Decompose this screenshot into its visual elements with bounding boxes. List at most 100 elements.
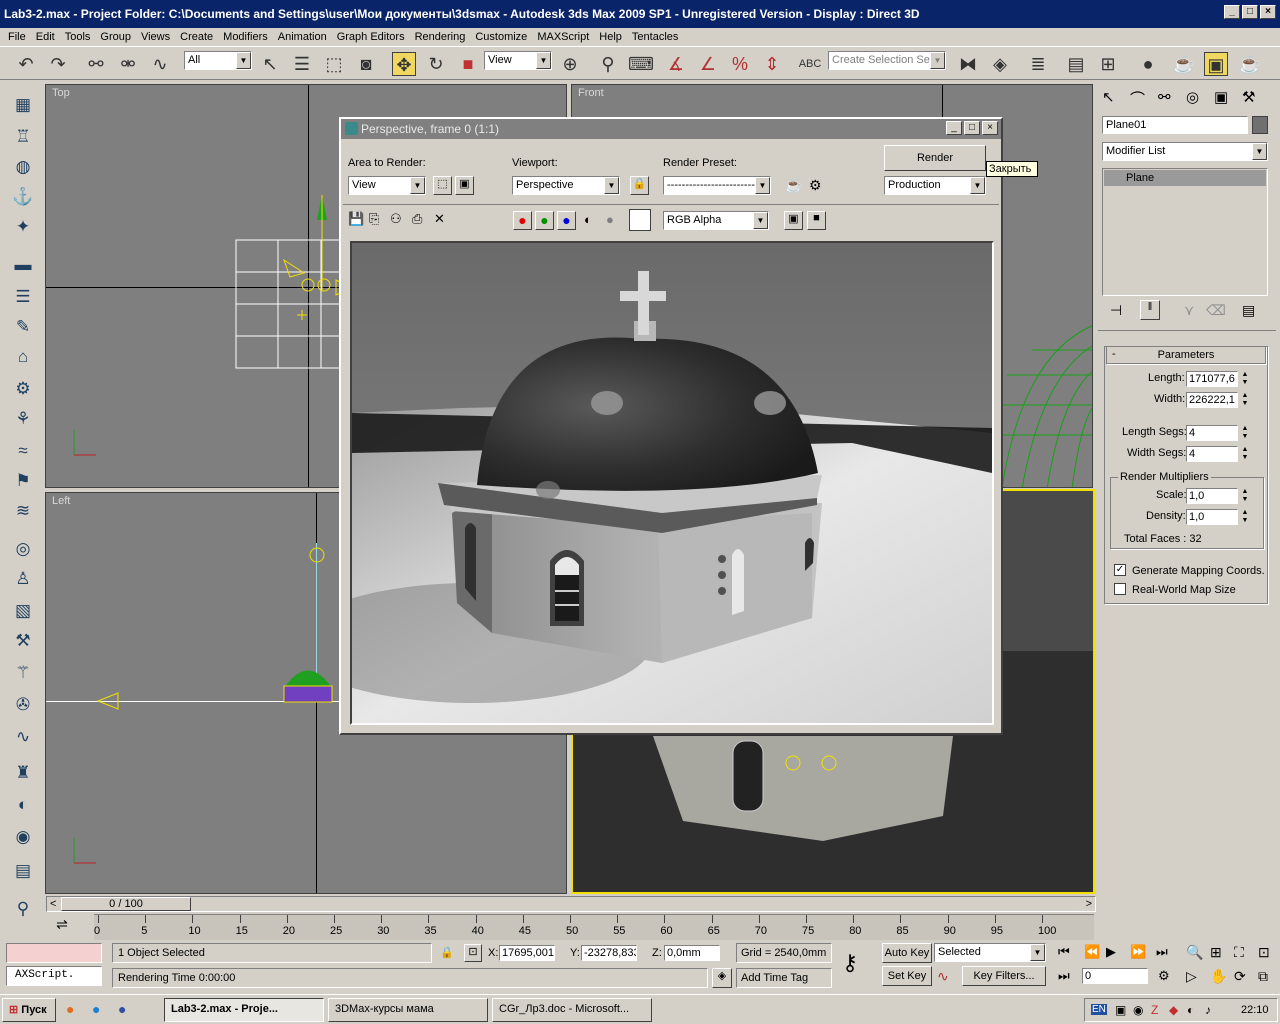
select-object-icon[interactable]: ↖ [258, 52, 282, 76]
taskbar-item-3dsmax[interactable]: Lab3-2.max - Proje... [164, 998, 324, 1022]
link-icon[interactable]: ⚯ [84, 52, 108, 76]
width-segs-spinner[interactable]: ▲ ▼ [1240, 446, 1250, 462]
real-world-checkbox[interactable] [1114, 583, 1126, 595]
hierarchy-tab-icon[interactable]: ⚯ [1158, 88, 1171, 106]
skype-icon[interactable]: ● [92, 1001, 100, 1017]
toggle-ui-overlay-icon[interactable]: ▣ [784, 211, 803, 230]
named-selection-set-dropdown[interactable]: Create Selection Set ▼ [828, 51, 946, 70]
tool-icon[interactable]: ⚚ [10, 660, 36, 686]
tool-icon[interactable]: ✇ [10, 692, 36, 718]
render-minimize-button[interactable]: _ [946, 121, 962, 135]
scale-field[interactable]: 1,0 [1186, 488, 1238, 504]
width-field[interactable]: 226222,1 [1186, 392, 1238, 408]
percent-snap-icon[interactable]: % [728, 52, 752, 76]
maximize-button[interactable]: □ [1242, 5, 1258, 19]
taskbar-item-word[interactable]: CGr_Лр3.doc - Microsoft... [492, 998, 652, 1022]
menu-item-edit[interactable]: Edit [36, 31, 55, 43]
motion-tab-icon[interactable]: ◎ [1186, 88, 1199, 106]
key-mode-dropdown[interactable]: Selected ▼ [934, 943, 1046, 962]
tool-icon[interactable]: ⚓ [10, 184, 36, 210]
next-frame-icon[interactable]: ⏩ [1130, 944, 1146, 960]
snaps-toggle-icon[interactable]: ∡ [664, 52, 688, 76]
length-field[interactable]: 171077,6 [1186, 371, 1238, 387]
menu-item-rendering[interactable]: Rendering [415, 31, 466, 43]
tray-icon[interactable]: ◉ [1133, 1003, 1143, 1017]
length-spinner[interactable]: ▲ ▼ [1240, 371, 1250, 387]
time-slider-track[interactable]: < 0 / 100 > [46, 896, 1096, 912]
rendered-frame-window-icon[interactable]: ▣ [1204, 52, 1228, 76]
rotate-icon[interactable]: ↻ [424, 52, 448, 76]
display-tab-icon[interactable]: ▣ [1214, 88, 1228, 106]
scale-spinner[interactable]: ▲ ▼ [1240, 488, 1250, 504]
previous-frame-icon[interactable]: ⏪ [1084, 944, 1100, 960]
tool-icon[interactable]: ⚲ [10, 896, 36, 922]
print-icon[interactable]: ⎙ [412, 211, 422, 227]
select-move-icon[interactable]: ✥ [392, 52, 416, 76]
tool-icon[interactable]: ✎ [10, 314, 36, 340]
rect-selection-icon[interactable]: ⬚ [322, 52, 346, 76]
maxscript-listener[interactable]: AXScript. [6, 966, 102, 986]
keyboard-shortcut-icon[interactable]: ⌨ [628, 52, 654, 76]
selection-filter-dropdown[interactable]: All ▼ [184, 51, 252, 70]
length-segs-field[interactable]: 4 [1186, 425, 1238, 441]
show-end-result-icon[interactable]: ‖ [1140, 300, 1160, 320]
environment-icon[interactable]: ⚙ [809, 177, 822, 194]
menu-item-group[interactable]: Group [100, 31, 131, 43]
width-spinner[interactable]: ▲ ▼ [1240, 392, 1250, 408]
set-key-button[interactable]: Set Key [882, 966, 932, 986]
menu-item-create[interactable]: Create [180, 31, 213, 43]
maximize-viewport-icon[interactable]: ⧉ [1258, 968, 1268, 985]
redo-icon[interactable]: ↷ [46, 52, 70, 76]
edit-region-icon[interactable]: ⬚ [433, 176, 452, 195]
schematic-view-icon[interactable]: ⊞ [1096, 52, 1120, 76]
curve-editor-icon[interactable]: ▤ [1064, 52, 1088, 76]
tool-icon[interactable]: ◉ [10, 824, 36, 850]
start-button[interactable]: ⊞ Пуск [2, 998, 56, 1022]
absolute-mode-icon[interactable]: ⊡ [464, 944, 482, 962]
lock-viewport-icon[interactable]: 🔒 [630, 176, 649, 195]
tool-icon[interactable]: ◐ [10, 792, 36, 818]
tool-icon[interactable]: ⚘ [10, 406, 36, 432]
tool-icon[interactable]: ⚒ [10, 628, 36, 654]
tray-icon[interactable]: ◆ [1169, 1003, 1178, 1017]
generate-mapping-checkbox[interactable]: ✓ [1114, 564, 1126, 576]
modifier-list-dropdown[interactable]: Modifier List ▼ [1102, 142, 1268, 161]
zoom-all-icon[interactable]: ⊞ [1210, 944, 1222, 961]
spinner-snap-icon[interactable]: ⇕ [760, 52, 784, 76]
undo-icon[interactable]: ↶ [14, 52, 38, 76]
firefox-icon[interactable]: ● [66, 1001, 74, 1017]
stack-item-plane[interactable]: Plane [1104, 170, 1266, 186]
render-close-button[interactable]: × [982, 121, 998, 135]
red-channel-icon[interactable]: ● [513, 211, 532, 230]
manipulate-icon[interactable]: ⚲ [596, 52, 620, 76]
area-to-render-dropdown[interactable]: View ▼ [348, 176, 426, 195]
mirror-icon[interactable]: ⧓ [956, 52, 980, 76]
key-filters-button[interactable]: Key Filters... [962, 966, 1046, 986]
tool-icon[interactable]: ♜ [10, 760, 36, 786]
selection-lock-icon[interactable]: 🔒 [440, 946, 454, 959]
select-by-name-icon[interactable]: ☰ [290, 52, 314, 76]
clear-icon[interactable]: ✕ [434, 211, 445, 227]
go-to-end-icon[interactable]: ⏭ [1156, 944, 1168, 960]
render-setup-icon[interactable]: ☕ [1172, 52, 1196, 76]
menu-item-tentacles[interactable]: Tentacles [632, 31, 678, 43]
menu-item-help[interactable]: Help [599, 31, 622, 43]
tool-icon[interactable]: ▬ [10, 252, 36, 278]
unlink-icon[interactable]: ⚮ [116, 52, 140, 76]
tray-icon[interactable]: ◐ [1187, 1003, 1194, 1017]
volume-icon[interactable]: ♪ [1205, 1003, 1211, 1017]
density-spinner[interactable]: ▲ ▼ [1240, 509, 1250, 525]
close-button[interactable]: × [1260, 5, 1276, 19]
x-coord-field[interactable]: 17695,001 [499, 945, 555, 961]
edit-named-selection-icon[interactable]: ABC [798, 52, 822, 76]
object-name-field[interactable]: Plane01 [1102, 116, 1248, 134]
orbit-icon[interactable]: ⟳ [1234, 968, 1246, 985]
channel-display-dropdown[interactable]: RGB Alpha ▼ [663, 211, 769, 230]
toggle-ui-icon[interactable]: ■ [807, 211, 826, 230]
copy-image-icon[interactable]: ⎘ [369, 211, 379, 227]
auto-region-icon[interactable]: ▣ [455, 176, 474, 195]
quick-render-icon[interactable]: ☕ [1238, 52, 1262, 76]
width-segs-field[interactable]: 4 [1186, 446, 1238, 462]
z-coord-field[interactable]: 0,0mm [664, 945, 720, 961]
menu-item-modifiers[interactable]: Modifiers [223, 31, 268, 43]
